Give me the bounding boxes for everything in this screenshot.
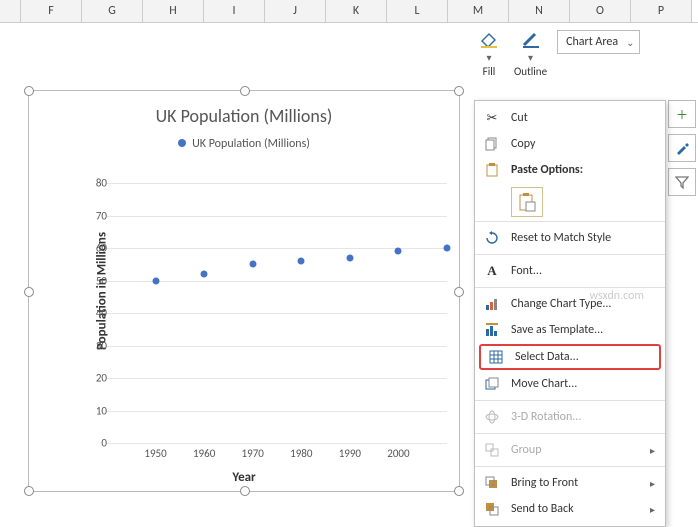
chart-styles-button[interactable] <box>668 134 696 162</box>
x-tick: 1950 <box>136 447 176 460</box>
col-M[interactable]: M <box>448 0 509 22</box>
col-F[interactable]: F <box>21 0 82 22</box>
y-tick: 70 <box>83 209 107 222</box>
resize-handle[interactable] <box>240 86 250 96</box>
chevron-down-icon: ⌄ <box>626 36 634 49</box>
ctx-send-back[interactable]: Send to Back ▸ <box>475 496 665 522</box>
chart-elements-button[interactable]: ＋ <box>668 100 696 128</box>
plot-area[interactable]: 0102030405060708019501960197019801990200… <box>107 183 447 443</box>
column-headers: F G H I J K L M N O P <box>0 0 698 23</box>
resize-handle[interactable] <box>24 486 34 496</box>
chart-element-selector[interactable]: Chart Area ⌄ <box>557 30 639 54</box>
data-point[interactable] <box>395 248 402 255</box>
data-point[interactable] <box>298 258 305 265</box>
ctx-group: Group ▸ <box>475 437 665 463</box>
chart-format-ribbon: ▾ Fill ▾ Outline Chart Area ⌄ <box>474 28 674 80</box>
y-tick: 60 <box>83 242 107 255</box>
ctx-cut[interactable]: ✂ Cut <box>475 105 665 131</box>
ctx-font[interactable]: A Font... <box>475 258 665 284</box>
ctx-select-data[interactable]: Select Data... <box>479 344 661 370</box>
reset-icon <box>483 230 501 246</box>
col-K[interactable]: K <box>326 0 387 22</box>
send-back-icon <box>483 501 501 517</box>
chart-area[interactable]: UK Population (Millions) UK Population (… <box>28 90 460 492</box>
data-point[interactable] <box>201 271 208 278</box>
fill-label: Fill <box>483 65 496 78</box>
outline-button[interactable]: ▾ Outline <box>510 28 551 80</box>
resize-handle[interactable] <box>24 86 34 96</box>
chart-type-icon <box>483 296 501 312</box>
save-template-icon <box>483 322 501 338</box>
col-P[interactable]: P <box>631 0 692 22</box>
y-tick: 30 <box>83 339 107 352</box>
selector-value: Chart Area <box>566 35 618 49</box>
brush-icon <box>674 140 690 156</box>
col-L[interactable]: L <box>387 0 448 22</box>
x-tick: 1970 <box>233 447 273 460</box>
bring-front-icon <box>483 475 501 491</box>
move-chart-icon <box>483 376 501 392</box>
col-O[interactable]: O <box>570 0 631 22</box>
ctx-move-chart[interactable]: Move Chart... <box>475 371 665 397</box>
group-icon <box>483 442 501 458</box>
chart-legend[interactable]: UK Population (Millions) <box>29 137 459 151</box>
resize-handle[interactable] <box>454 486 464 496</box>
x-tick: 1960 <box>184 447 224 460</box>
col-H[interactable]: H <box>143 0 204 22</box>
y-tick: 20 <box>83 372 107 385</box>
resize-handle[interactable] <box>240 486 250 496</box>
y-tick: 10 <box>83 404 107 417</box>
x-tick: 1980 <box>281 447 321 460</box>
rotation-icon <box>483 409 501 425</box>
scissors-icon: ✂ <box>483 110 501 126</box>
data-point[interactable] <box>152 277 159 284</box>
chart-title[interactable]: UK Population (Millions) <box>29 105 459 127</box>
ctx-save-template[interactable]: Save as Template... <box>475 317 665 343</box>
plus-icon: ＋ <box>676 106 688 123</box>
chart-filter-button[interactable] <box>668 168 696 196</box>
submenu-arrow-icon: ▸ <box>650 477 655 490</box>
outline-icon <box>520 30 542 50</box>
fill-icon <box>478 30 500 50</box>
submenu-arrow-icon: ▸ <box>650 503 655 516</box>
paste-option-button[interactable] <box>511 187 543 217</box>
resize-handle[interactable] <box>454 287 464 297</box>
ctx-bring-front[interactable]: Bring to Front ▸ <box>475 470 665 496</box>
data-point[interactable] <box>346 254 353 261</box>
legend-marker-icon <box>178 139 186 147</box>
x-axis-label[interactable]: Year <box>232 470 255 485</box>
font-icon: A <box>483 263 501 279</box>
watermark: wsxdn.com <box>589 289 644 303</box>
x-tick: 1990 <box>330 447 370 460</box>
y-tick: 80 <box>83 177 107 190</box>
ctx-paste-header: Paste Options: <box>475 157 665 183</box>
ctx-copy[interactable]: Copy <box>475 131 665 157</box>
y-tick: 50 <box>83 274 107 287</box>
y-tick: 0 <box>83 437 107 450</box>
funnel-icon <box>675 175 689 189</box>
col-N[interactable]: N <box>509 0 570 22</box>
x-tick: 2000 <box>378 447 418 460</box>
col-G[interactable]: G <box>82 0 143 22</box>
submenu-arrow-icon: ▸ <box>650 444 655 457</box>
resize-handle[interactable] <box>454 86 464 96</box>
context-menu: ✂ Cut Copy Paste Options: Reset to Match… <box>474 100 666 527</box>
resize-handle[interactable] <box>24 287 34 297</box>
ctx-3d-rotation: 3-D Rotation... <box>475 404 665 430</box>
copy-icon <box>483 136 501 152</box>
col-J[interactable]: J <box>265 0 326 22</box>
y-tick: 40 <box>83 307 107 320</box>
data-point[interactable] <box>444 245 451 252</box>
ctx-reset-style[interactable]: Reset to Match Style <box>475 225 665 251</box>
data-point[interactable] <box>249 261 256 268</box>
select-data-icon <box>487 349 505 365</box>
clipboard-icon <box>483 162 501 178</box>
col-I[interactable]: I <box>204 0 265 22</box>
outline-label: Outline <box>514 65 547 78</box>
fill-button[interactable]: ▾ Fill <box>474 28 504 80</box>
chart-side-buttons: ＋ <box>668 100 696 196</box>
